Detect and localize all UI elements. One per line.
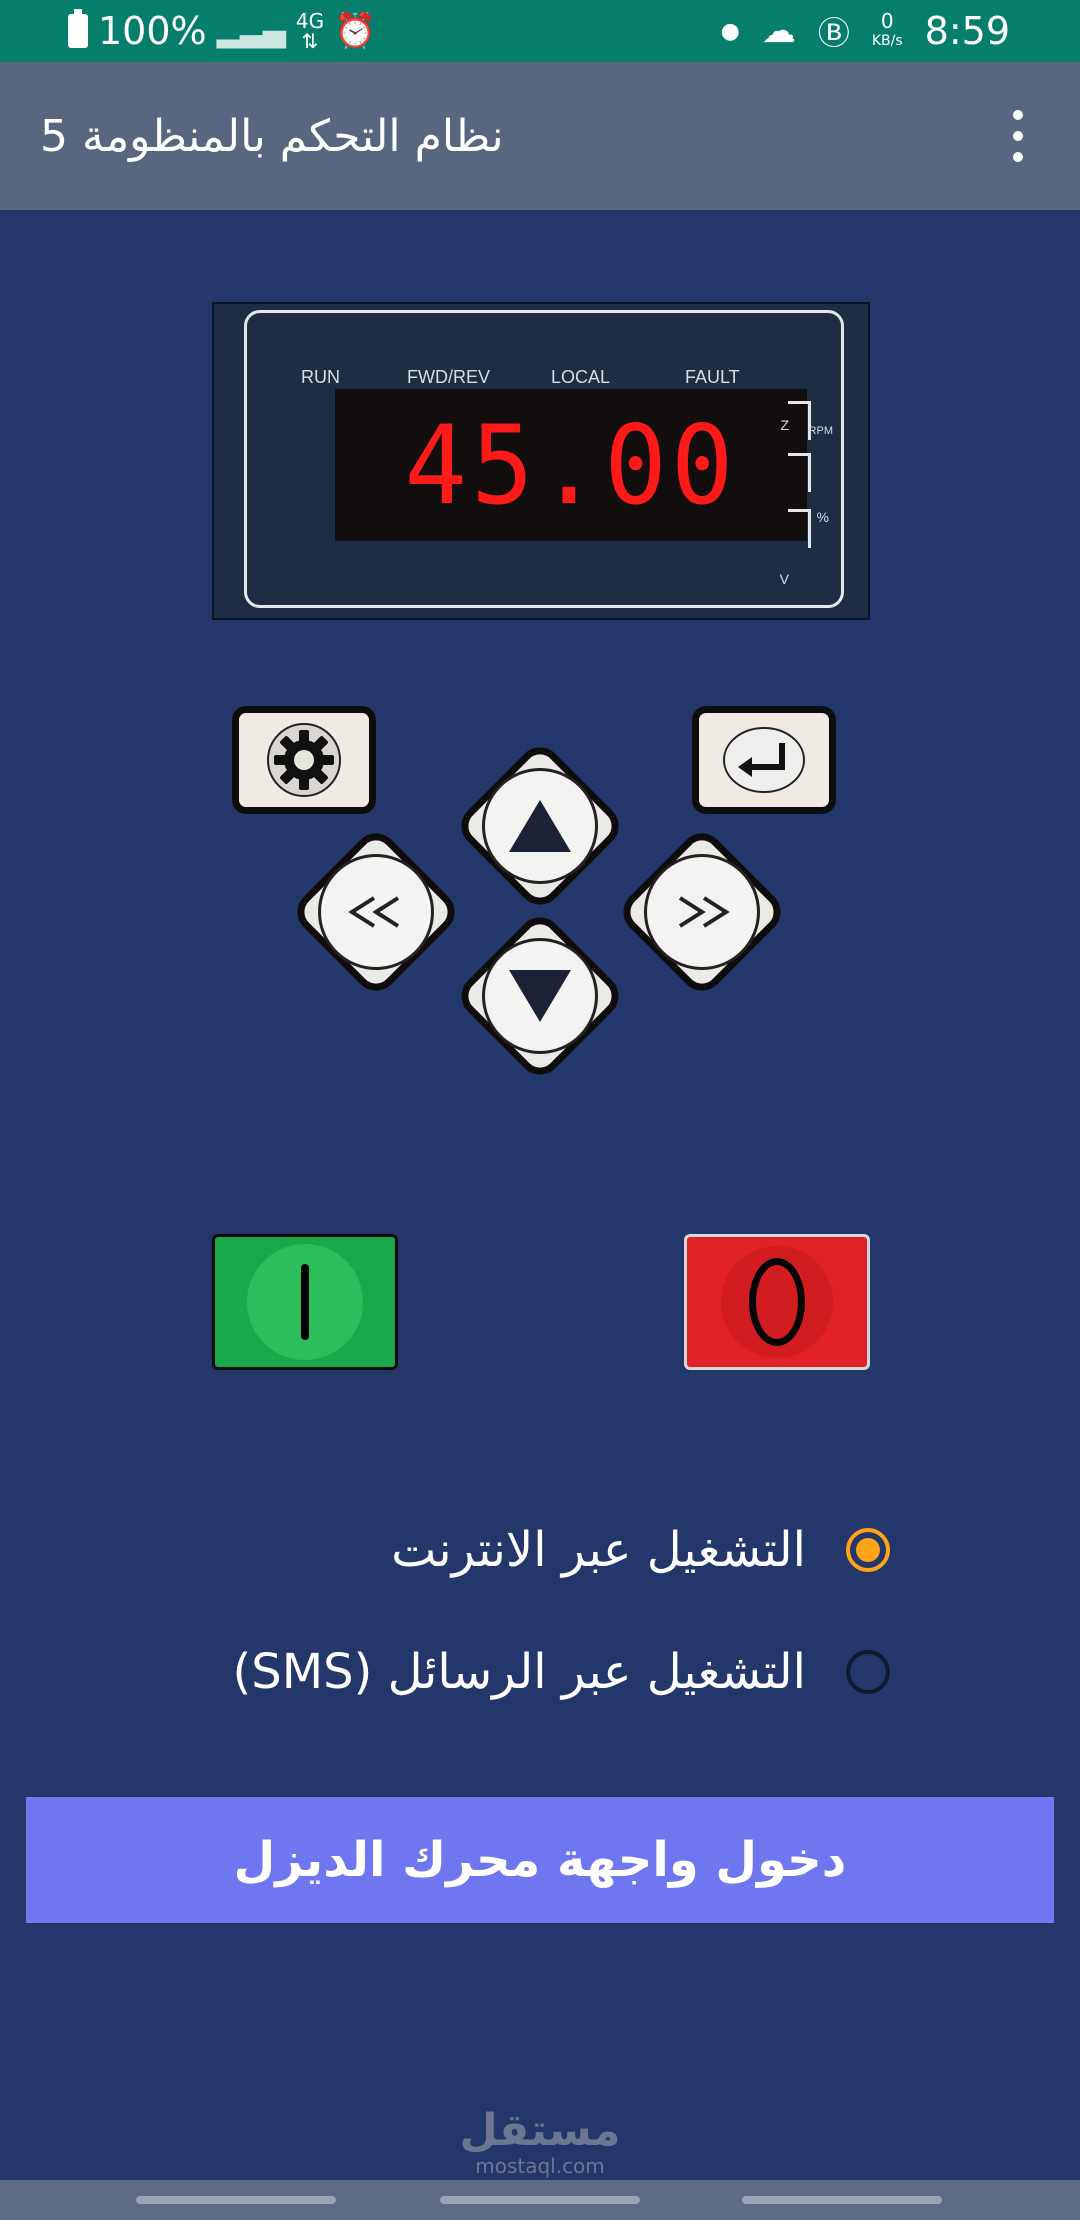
double-right-icon [678, 896, 730, 928]
app-bar: نظام التحكم بالمنظومة 5 [0, 62, 1080, 210]
unit-bracket [788, 453, 811, 492]
stop-button-face [721, 1246, 833, 1358]
enter-button[interactable] [692, 706, 836, 814]
indicator-fault: FAULT [685, 367, 740, 387]
set-button[interactable] [232, 706, 376, 814]
unit-v: V [779, 571, 789, 587]
network-type: 4G ⇅ [295, 9, 325, 53]
radio-dot [856, 1538, 880, 1562]
unit-rpm: RPM [808, 425, 833, 437]
down-button[interactable] [482, 938, 598, 1054]
triangle-down-icon [509, 970, 571, 1022]
clock: 8:59 [924, 9, 1010, 53]
dot-icon: ● [720, 18, 740, 44]
indicator-fwd-rev: FWD/REV [407, 367, 490, 387]
display-value: 45.00 [404, 400, 738, 530]
start-button[interactable] [212, 1234, 398, 1370]
radio-internet-label: التشغيل عبر الانترنت [391, 1522, 806, 1578]
double-left-icon [348, 896, 400, 928]
radio-option-sms[interactable]: التشغيل عبر الرسائل (SMS) [233, 1644, 890, 1700]
cloud-icon: ☁ [761, 11, 796, 51]
status-right: ● ☁ Ⓑ 0 KB/s 8:59 [721, 0, 1010, 62]
menu-dot-icon [1013, 131, 1023, 141]
display-frame: RUN FWD/REV LOCAL FAULT 45.00 Z RPM % V [244, 310, 844, 608]
watermark-domain: mostaql.com [475, 2154, 605, 2178]
b-circle-icon: Ⓑ [817, 14, 850, 52]
indicator-run: RUN [301, 367, 340, 387]
up-button[interactable] [482, 768, 598, 884]
alarm-icon: ⏰ [334, 11, 377, 51]
battery-icon [68, 9, 88, 48]
radio-sms[interactable] [846, 1650, 890, 1694]
radio-internet[interactable] [846, 1528, 890, 1572]
system-nav-bar [0, 2180, 1080, 2220]
triangle-up-icon [509, 800, 571, 852]
battery-level: 100% [98, 9, 207, 53]
gear-icon [267, 723, 341, 797]
radio-option-internet[interactable]: التشغيل عبر الانترنت [391, 1522, 890, 1578]
right-button[interactable] [644, 854, 760, 970]
start-button-face [247, 1244, 363, 1360]
unit-bracket [788, 509, 811, 548]
left-button[interactable] [318, 854, 434, 970]
menu-dot-icon [1013, 152, 1023, 162]
menu-dot-icon [1013, 110, 1023, 120]
stop-button[interactable] [684, 1234, 870, 1370]
nav-recents-pill[interactable] [742, 2196, 942, 2204]
watermark: مستقل mostaql.com [0, 2105, 1080, 2179]
signal-icon: ▂▃▄ [216, 13, 286, 49]
nav-back-pill[interactable] [136, 2196, 336, 2204]
diesel-engine-interface-button[interactable]: دخول واجهة محرك الديزل [26, 1797, 1054, 1923]
overflow-menu-button[interactable] [996, 110, 1040, 162]
stop-symbol-icon [749, 1258, 805, 1346]
unit-bracket [788, 401, 811, 440]
indicator-local: LOCAL [551, 367, 611, 387]
unit-percent: % [816, 509, 829, 525]
watermark-arabic: مستقل [459, 2105, 621, 2156]
page-title: نظام التحكم بالمنظومة 5 [40, 110, 504, 162]
enter-arrow-icon [723, 727, 805, 793]
radio-sms-label: التشغيل عبر الرسائل (SMS) [232, 1644, 806, 1700]
nav-home-pill[interactable] [440, 2196, 640, 2204]
status-bar: 100% ▂▃▄ 4G ⇅ ⏰ ● ☁ Ⓑ 0 KB/s 8:59 [0, 0, 1080, 62]
drive-display-panel: RUN FWD/REV LOCAL FAULT 45.00 Z RPM % V [212, 302, 870, 620]
data-speed: 0 KB/s [871, 9, 903, 49]
start-symbol-icon [301, 1264, 309, 1340]
led-screen: 45.00 [335, 389, 807, 541]
status-left: 100% ▂▃▄ 4G ⇅ ⏰ [68, 0, 376, 62]
